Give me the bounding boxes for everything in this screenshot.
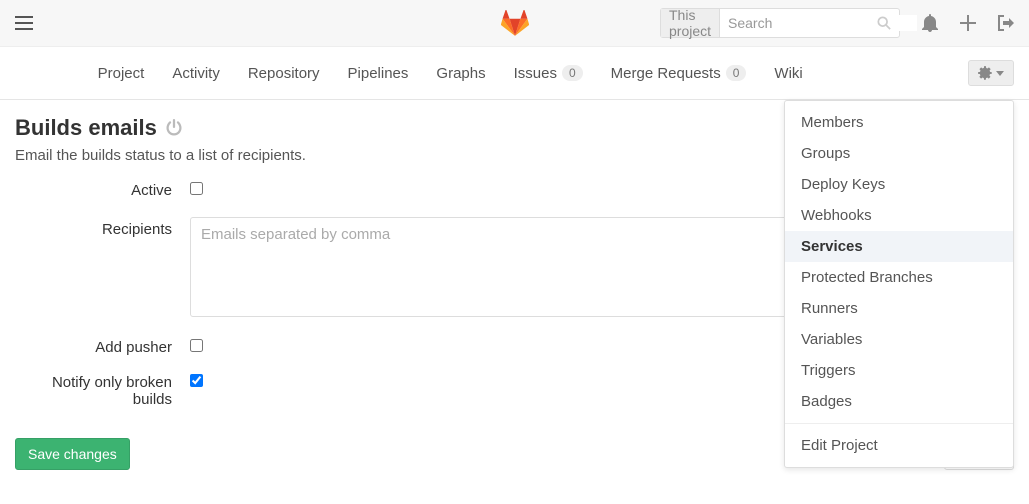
gitlab-logo[interactable] xyxy=(501,10,529,36)
dropdown-item-services[interactable]: Services xyxy=(785,231,1013,262)
nav-issues-label: Issues xyxy=(514,65,557,82)
settings-dropdown-button[interactable] xyxy=(968,60,1014,86)
active-label: Active xyxy=(15,182,190,199)
chevron-down-icon xyxy=(996,71,1004,76)
nav-issues[interactable]: Issues 0 xyxy=(514,65,583,82)
nav-graphs[interactable]: Graphs xyxy=(436,65,485,82)
dropdown-item-triggers[interactable]: Triggers xyxy=(785,355,1013,386)
nav-repository[interactable]: Repository xyxy=(248,65,320,82)
bell-icon[interactable] xyxy=(922,14,938,32)
dropdown-item-groups[interactable]: Groups xyxy=(785,138,1013,169)
active-checkbox[interactable] xyxy=(190,182,203,195)
power-icon xyxy=(165,119,183,137)
mr-badge: 0 xyxy=(726,65,747,81)
hamburger-icon[interactable] xyxy=(15,16,33,30)
nav-merge-requests[interactable]: Merge Requests 0 xyxy=(611,65,747,82)
signout-icon[interactable] xyxy=(998,15,1014,31)
issues-badge: 0 xyxy=(562,65,583,81)
dropdown-item-protected-branches[interactable]: Protected Branches xyxy=(785,262,1013,293)
top-header: This project xyxy=(0,0,1029,47)
search-scope[interactable]: This project xyxy=(661,9,720,37)
dropdown-item-deploy-keys[interactable]: Deploy Keys xyxy=(785,169,1013,200)
add-pusher-checkbox[interactable] xyxy=(190,339,203,352)
notify-broken-checkbox[interactable] xyxy=(190,374,203,387)
dropdown-item-variables[interactable]: Variables xyxy=(785,324,1013,355)
project-nav: Project Activity Repository Pipelines Gr… xyxy=(0,47,1029,100)
nav-wiki[interactable]: Wiki xyxy=(774,65,802,82)
dropdown-item-runners[interactable]: Runners xyxy=(785,293,1013,324)
dropdown-edit-project[interactable]: Edit Project xyxy=(785,430,1013,461)
dropdown-item-members[interactable]: Members xyxy=(785,107,1013,138)
nav-project[interactable]: Project xyxy=(98,65,145,82)
gear-icon xyxy=(978,66,992,80)
nav-mr-label: Merge Requests xyxy=(611,65,721,82)
dropdown-item-webhooks[interactable]: Webhooks xyxy=(785,200,1013,231)
add-pusher-label: Add pusher xyxy=(15,339,190,356)
save-button[interactable]: Save changes xyxy=(15,438,130,470)
search-icon xyxy=(877,16,891,30)
search-box[interactable]: This project xyxy=(660,8,900,38)
plus-icon[interactable] xyxy=(960,15,976,31)
notify-broken-label: Notify only broken builds xyxy=(15,374,190,408)
dropdown-item-badges[interactable]: Badges xyxy=(785,386,1013,417)
settings-dropdown: MembersGroupsDeploy KeysWebhooksServices… xyxy=(784,100,1014,468)
recipients-label: Recipients xyxy=(15,217,190,321)
nav-pipelines[interactable]: Pipelines xyxy=(348,65,409,82)
dropdown-divider xyxy=(785,423,1013,424)
nav-activity[interactable]: Activity xyxy=(172,65,220,82)
